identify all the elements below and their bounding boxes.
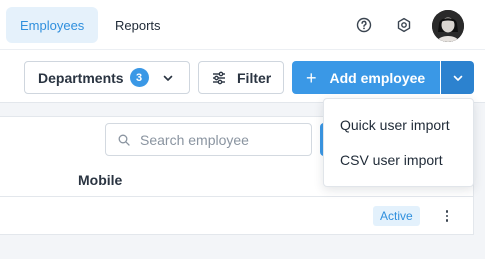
status-badge: Active — [373, 206, 420, 226]
chevron-down-icon — [452, 72, 464, 84]
user-avatar[interactable] — [432, 10, 464, 42]
tab-reports-label: Reports — [115, 17, 161, 33]
tab-reports[interactable]: Reports — [101, 7, 175, 43]
search-icon — [118, 134, 130, 146]
row-actions-icon[interactable] — [440, 207, 454, 225]
tab-employees[interactable]: Employees — [6, 7, 99, 43]
add-employee-menu-toggle[interactable] — [441, 61, 474, 94]
add-employee-menu — [323, 98, 474, 187]
column-header-mobile: Mobile — [78, 172, 123, 188]
departments-label: Departments — [38, 69, 124, 86]
search-input[interactable] — [138, 130, 302, 149]
help-icon[interactable] — [354, 15, 374, 35]
menu-item-csv-import[interactable]: CSV user import — [340, 152, 443, 168]
plus-icon: + — [306, 67, 317, 88]
menu-item-quick-import[interactable]: Quick user import — [340, 117, 450, 133]
add-employee-label: Add employee — [329, 69, 426, 86]
search-field[interactable] — [105, 123, 312, 156]
chevron-down-icon — [162, 72, 174, 84]
filter-button[interactable]: Filter — [198, 61, 284, 94]
filter-label: Filter — [237, 69, 272, 86]
departments-count-badge: 3 — [129, 68, 149, 87]
tab-employees-label: Employees — [20, 17, 85, 33]
settings-icon[interactable] — [394, 15, 414, 35]
departments-dropdown[interactable]: Departments 3 — [24, 61, 190, 94]
sliders-icon — [212, 71, 226, 85]
add-employee-button[interactable]: + Add employee — [292, 61, 440, 94]
